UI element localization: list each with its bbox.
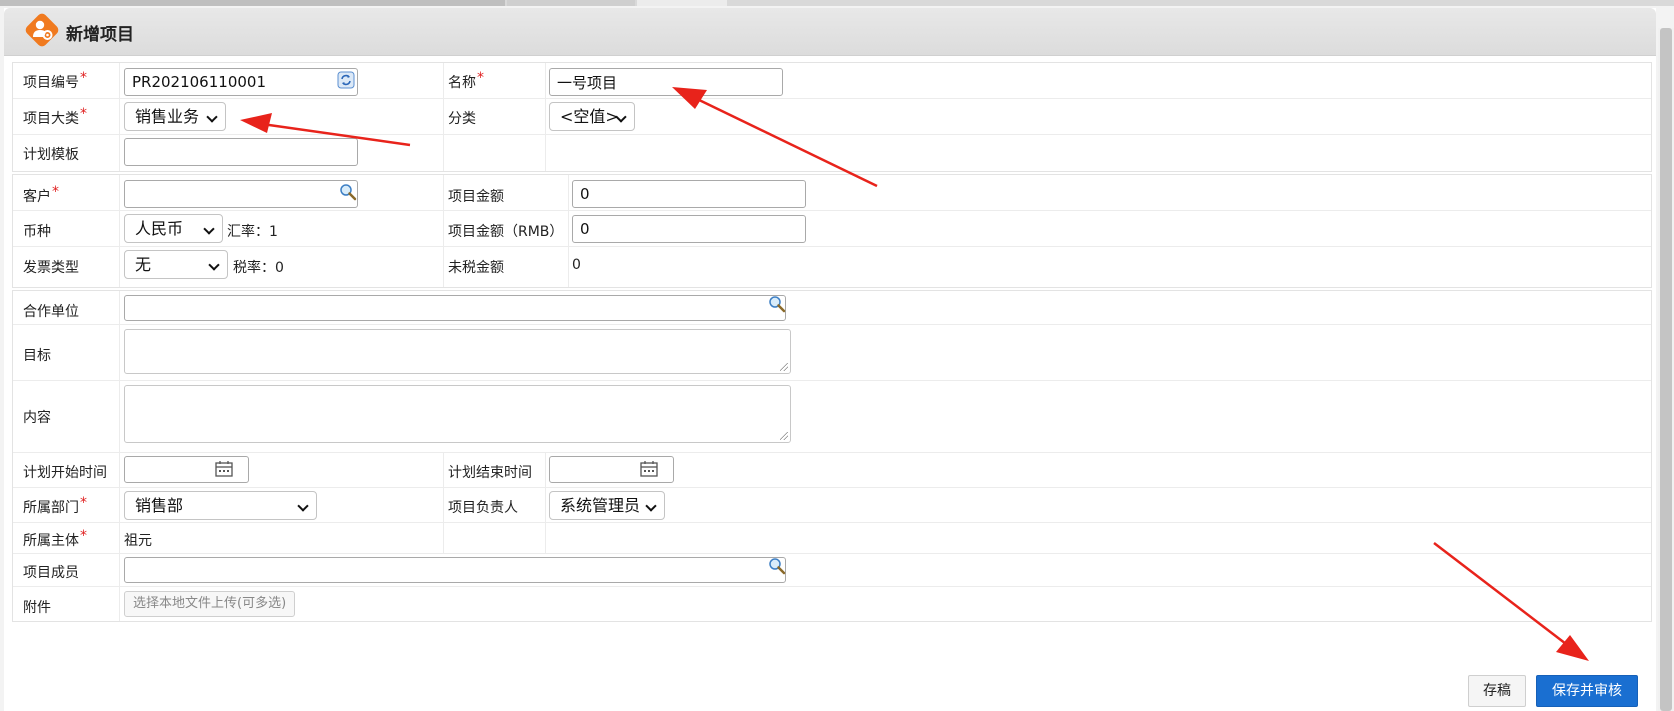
search-icon[interactable] <box>768 557 786 579</box>
chevron-down-icon <box>206 111 218 123</box>
amount-rmb-input[interactable] <box>572 215 806 243</box>
members-input[interactable] <box>124 557 786 583</box>
plan-template-input[interactable] <box>124 138 358 166</box>
amount-input[interactable] <box>572 180 806 208</box>
owner-select[interactable]: 系统管理员 <box>549 491 665 520</box>
search-icon[interactable] <box>768 295 786 317</box>
untaxed-amount-value: 0 <box>572 257 581 273</box>
tax-rate-text: 税率：0 <box>233 260 284 276</box>
members-label: 项目成员 <box>23 565 79 581</box>
name-input[interactable] <box>549 68 783 96</box>
category-select[interactable]: <空值> <box>549 102 635 131</box>
calendar-icon[interactable] <box>215 461 233 481</box>
plan-template-label: 计划模板 <box>23 147 79 163</box>
customer-label: 客户* <box>23 184 59 205</box>
name-label: 名称* <box>448 70 484 91</box>
content-textarea[interactable] <box>124 385 791 443</box>
scrollbar-thumb[interactable] <box>1660 28 1672 711</box>
category-major-select[interactable]: 销售业务 <box>124 102 226 131</box>
amount-label: 项目金额 <box>448 189 504 205</box>
entity-value: 祖元 <box>124 533 152 549</box>
goal-label: 目标 <box>23 348 51 364</box>
project-no-input[interactable] <box>124 68 358 96</box>
customer-input[interactable] <box>124 180 358 208</box>
calendar-icon[interactable] <box>640 461 658 481</box>
chevron-down-icon <box>208 259 220 271</box>
content-label: 内容 <box>23 410 51 426</box>
amount-rmb-label: 项目金额（RMB） <box>448 224 564 240</box>
save-draft-button[interactable]: 存稿 <box>1468 675 1526 707</box>
untaxed-amount-label: 未税金额 <box>448 260 504 276</box>
category-major-label: 项目大类* <box>23 106 87 127</box>
save-and-approve-button[interactable]: 保存并审核 <box>1536 675 1638 707</box>
vertical-scrollbar[interactable] <box>1658 28 1674 711</box>
invoice-type-select[interactable]: 无 <box>124 250 228 279</box>
resize-grip-icon[interactable] <box>780 363 788 371</box>
plan-start-label: 计划开始时间 <box>23 465 107 481</box>
search-icon[interactable] <box>339 183 357 205</box>
project-no-label: 项目编号* <box>23 70 87 91</box>
upload-button[interactable]: 选择本地文件上传(可多选) <box>124 591 296 617</box>
department-select[interactable]: 销售部 <box>124 491 317 520</box>
partner-input[interactable] <box>124 295 786 321</box>
category-label: 分类 <box>448 111 476 127</box>
new-project-dialog: 新增项目 项目编号* 名称* 项目大类* 销售业务 分类 <空值> 计划模板 <box>4 8 1656 711</box>
dialog-header: 新增项目 <box>4 8 1656 56</box>
chevron-down-icon <box>297 500 309 512</box>
invoice-type-label: 发票类型 <box>23 260 79 276</box>
currency-label: 币种 <box>23 224 51 240</box>
attachment-label: 附件 <box>23 600 51 616</box>
currency-select[interactable]: 人民币 <box>124 214 223 243</box>
detail-section: 合作单位 目标 内容 计划开始时间 计划结束时间 所属部门* 销售部 项目负责人… <box>12 290 1652 622</box>
basic-info-section: 项目编号* 名称* 项目大类* 销售业务 分类 <空值> 计划模板 <box>12 62 1652 172</box>
dialog-title: 新增项目 <box>66 25 134 45</box>
refresh-icon[interactable] <box>337 71 355 93</box>
chevron-down-icon <box>203 223 215 235</box>
resize-grip-icon[interactable] <box>780 432 788 440</box>
department-label: 所属部门* <box>23 495 87 516</box>
plan-end-label: 计划结束时间 <box>448 465 532 481</box>
entity-label: 所属主体* <box>23 528 87 549</box>
background-tab-strip <box>0 0 1674 6</box>
owner-label: 项目负责人 <box>448 500 518 516</box>
partner-label: 合作单位 <box>23 304 79 320</box>
amount-section: 客户* 项目金额 币种 人民币 汇率：1 项目金额（RMB） 发票类型 无 税率… <box>12 174 1652 288</box>
goal-textarea[interactable] <box>124 329 791 374</box>
project-logo-icon <box>24 12 60 48</box>
chevron-down-icon <box>645 500 657 512</box>
exchange-rate-text: 汇率：1 <box>227 224 278 240</box>
